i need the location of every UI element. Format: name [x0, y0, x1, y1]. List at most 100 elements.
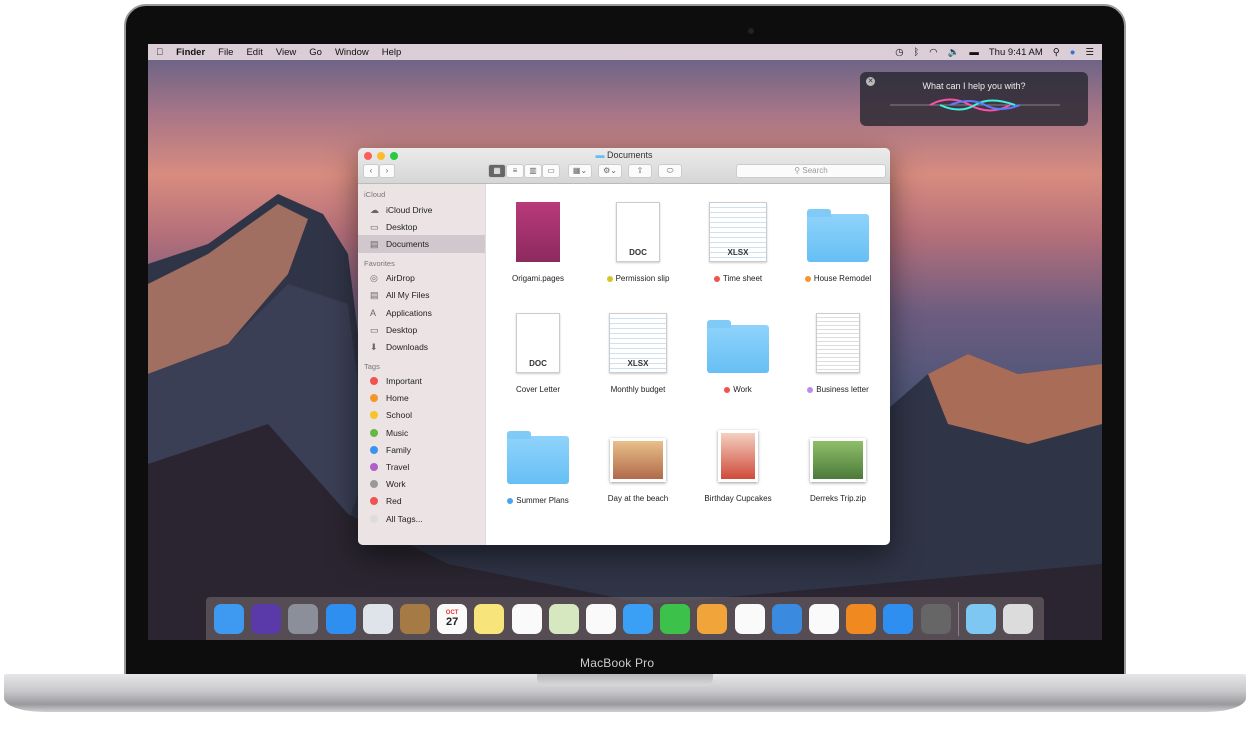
file-item[interactable]: Birthday Cupcakes	[688, 414, 788, 525]
dock-calendar-icon[interactable]: OCT 27	[437, 603, 468, 634]
sidebar-item-label: All Tags...	[386, 513, 423, 524]
file-item[interactable]: XLSX Monthly budget	[588, 303, 688, 414]
file-item[interactable]: Summer Plans	[488, 414, 588, 525]
sidebar-item-documents[interactable]: ▤ Documents	[358, 235, 485, 253]
file-item[interactable]: House Remodel	[788, 192, 888, 303]
menu-file[interactable]: File	[218, 47, 233, 58]
time-machine-icon[interactable]: ◷	[895, 47, 903, 58]
dock-facetime-icon[interactable]	[660, 603, 691, 634]
tag-dot-icon	[370, 445, 378, 454]
arrange-button[interactable]: ▦⌄	[568, 164, 592, 178]
sidebar-item-label: Travel	[386, 462, 410, 473]
folder-icon	[807, 209, 869, 262]
dock-downloads-icon[interactable]	[965, 603, 996, 634]
menu-app-name[interactable]: Finder	[176, 47, 205, 58]
sidebar-item-travel[interactable]: Travel	[358, 458, 485, 475]
file-grid: Origami.pages DOC Permission slip XLSX Time …	[486, 184, 890, 545]
file-item[interactable]: Business letter	[788, 303, 888, 414]
dock-mail-icon[interactable]	[362, 603, 393, 634]
dock-siri-icon[interactable]	[251, 603, 282, 634]
dock-ibooks-icon[interactable]	[846, 603, 877, 634]
menu-edit[interactable]: Edit	[246, 47, 262, 58]
cover-flow-button[interactable]: ▭	[542, 164, 560, 178]
icon-view-button[interactable]: ▦	[488, 164, 506, 178]
file-item[interactable]: Day at the beach	[588, 414, 688, 525]
file-item[interactable]: DOC Cover Letter	[488, 303, 588, 414]
dock-launchpad-icon[interactable]	[288, 603, 319, 634]
menu-go[interactable]: Go	[309, 47, 322, 58]
tag-icon[interactable]: ⬭	[658, 164, 682, 178]
notification-center-icon[interactable]: ☰	[1085, 47, 1094, 58]
search-input[interactable]: ⚲ Search	[736, 164, 886, 178]
sidebar-item-airdrop[interactable]: ◎ AirDrop	[358, 270, 485, 287]
action-gear-icon[interactable]: ⚙⌄	[598, 164, 622, 178]
file-name: Permission slip	[615, 274, 670, 283]
siri-icon[interactable]: ●	[1070, 47, 1076, 58]
sidebar-item-family[interactable]: Family	[358, 441, 485, 458]
sidebar-icon: ☁	[370, 204, 379, 215]
apple-menu-icon[interactable]: 	[156, 47, 163, 58]
file-item[interactable]: XLSX Time sheet	[688, 192, 788, 303]
dock-safari-icon[interactable]	[325, 603, 356, 634]
dock-contacts-icon[interactable]	[399, 603, 430, 634]
dock-finder-icon[interactable]	[214, 603, 244, 634]
sidebar-item-label: Desktop	[386, 324, 418, 335]
list-view-button[interactable]: ≡	[506, 164, 524, 178]
sidebar-item-desktop[interactable]: ▭ Desktop	[358, 218, 485, 235]
sidebar-item-label: AirDrop	[386, 273, 415, 284]
menu-help[interactable]: Help	[382, 47, 402, 58]
dock-system-preferences-icon[interactable]	[920, 603, 951, 634]
tag-dot-icon	[370, 514, 378, 523]
sidebar-item-downloads[interactable]: ⬇ Downloads	[358, 338, 485, 355]
dock-maps-icon[interactable]	[548, 603, 579, 634]
sidebar-icon: ◎	[370, 273, 378, 284]
file-label: Derreks Trip.zip	[810, 494, 866, 503]
dock-app-store-icon[interactable]	[883, 603, 914, 634]
column-view-button[interactable]: ▥	[524, 164, 542, 178]
menu-window[interactable]: Window	[335, 47, 369, 58]
sidebar-item-all-tags-[interactable]: All Tags...	[358, 510, 485, 527]
dock-itunes-icon[interactable]	[809, 603, 839, 634]
dock-keynote-icon[interactable]	[771, 603, 802, 634]
menu-view[interactable]: View	[276, 47, 296, 58]
file-item[interactable]: Derreks Trip.zip	[788, 414, 888, 525]
screen:  Finder File Edit View Go Window Help ◷…	[148, 44, 1102, 640]
sidebar-item-home[interactable]: Home	[358, 390, 485, 407]
file-label: Day at the beach	[608, 494, 668, 503]
spotlight-icon[interactable]: ⚲	[1053, 47, 1060, 58]
file-item[interactable]: Work	[688, 303, 788, 414]
sidebar-item-icloud-drive[interactable]: ☁ iCloud Drive	[358, 201, 485, 218]
sidebar-section-header: Favorites	[364, 258, 395, 268]
file-item[interactable]: Origami.pages	[488, 192, 588, 303]
sidebar-item-all-my-files[interactable]: ▤ All My Files	[358, 287, 485, 304]
tag-dot-icon	[724, 386, 731, 393]
forward-button[interactable]: ›	[379, 164, 395, 178]
sidebar-item-school[interactable]: School	[358, 407, 485, 424]
sidebar-item-label: Family	[386, 444, 412, 455]
dock-numbers-icon[interactable]	[734, 603, 765, 634]
dock-reminders-icon[interactable]	[511, 603, 542, 634]
back-button[interactable]: ‹	[363, 164, 379, 178]
volume-icon[interactable]: 🔉	[948, 47, 960, 58]
sidebar-section-header: Tags	[364, 361, 380, 371]
wifi-icon[interactable]: ◠	[929, 47, 937, 58]
bluetooth-icon[interactable]: ᛒ	[914, 47, 920, 58]
clock[interactable]: Thu 9:41 AM	[989, 47, 1043, 58]
sidebar-item-red[interactable]: Red	[358, 493, 485, 510]
share-icon[interactable]: ⇧	[628, 164, 652, 178]
dock-pages-icon[interactable]	[697, 603, 728, 634]
dock-trash-icon[interactable]	[1002, 603, 1033, 634]
battery-icon[interactable]: ▬	[969, 47, 979, 58]
laptop-notch	[537, 674, 713, 686]
file-item[interactable]: DOC Permission slip	[588, 192, 688, 303]
sidebar-item-work[interactable]: Work	[358, 476, 485, 493]
sidebar-item-music[interactable]: Music	[358, 424, 485, 441]
dock-notes-icon[interactable]	[474, 603, 505, 634]
dock-messages-icon[interactable]	[623, 603, 654, 634]
tag-dot-icon	[713, 275, 720, 282]
sidebar-item-applications[interactable]: A Applications	[358, 304, 485, 321]
tag-dot-icon	[370, 394, 378, 403]
dock-photos-icon[interactable]	[585, 603, 616, 634]
sidebar-item-important[interactable]: Important	[358, 373, 485, 390]
sidebar-item-desktop[interactable]: ▭ Desktop	[358, 321, 485, 338]
